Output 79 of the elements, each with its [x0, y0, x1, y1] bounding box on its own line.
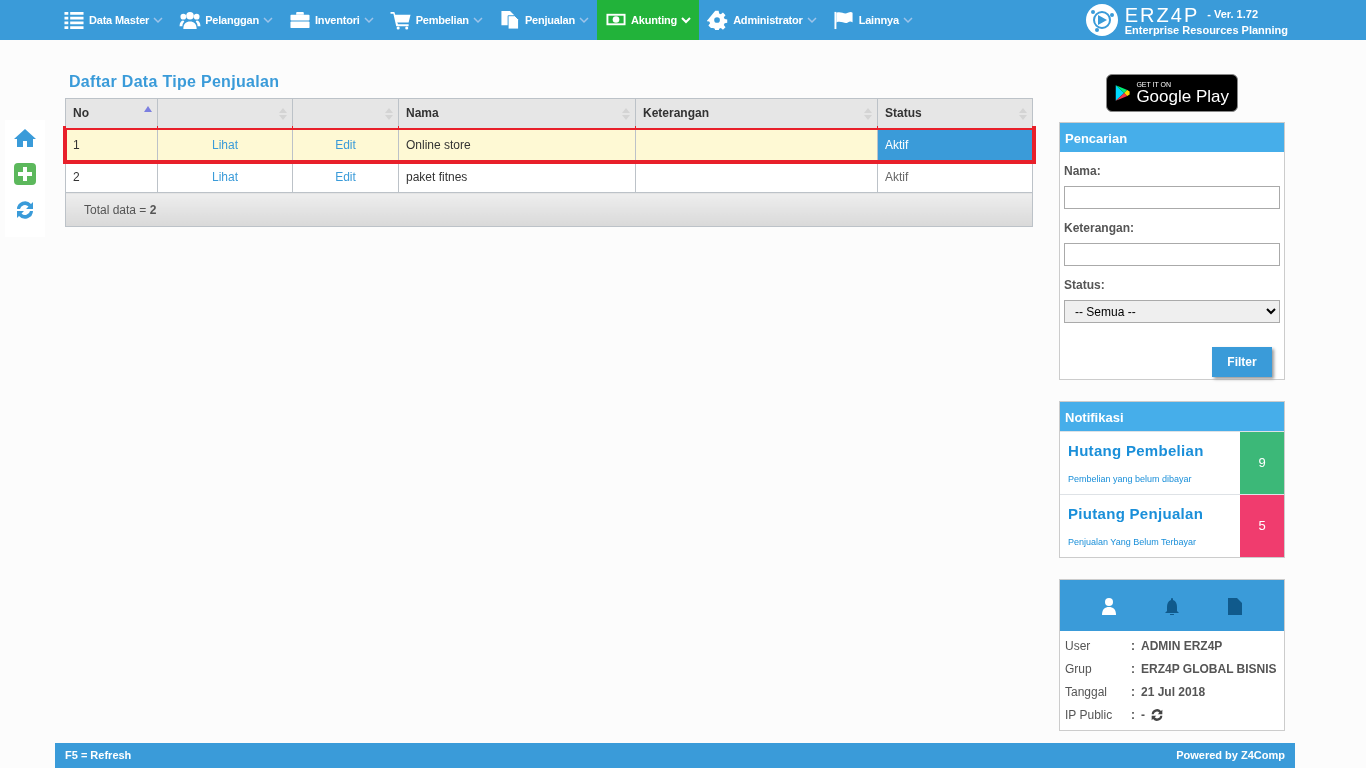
documents-icon	[498, 10, 521, 30]
cart-icon	[389, 10, 412, 30]
column-header[interactable]: Keterangan	[635, 98, 878, 129]
field-label: Nama:	[1064, 163, 1102, 180]
info-value: ADMIN ERZ4P	[1141, 638, 1223, 655]
chevron-icon	[806, 16, 817, 24]
panel-header: Notifikasi	[1060, 402, 1284, 431]
chevron-icon	[263, 16, 273, 24]
input-field[interactable]	[1064, 186, 1280, 209]
menu-item[interactable]: Akunting	[597, 0, 700, 40]
column-header[interactable]: No	[65, 98, 158, 129]
field-label: Keterangan:	[1064, 220, 1135, 237]
info-colon: :	[1131, 638, 1136, 655]
chevron-icon	[153, 16, 164, 24]
count-badge: 9	[1240, 432, 1284, 494]
table-cell: 1	[65, 128, 158, 161]
menu-item[interactable]: Pelanggan	[171, 0, 281, 40]
table-cell: Online store	[398, 128, 636, 161]
header-label: Status	[885, 106, 922, 121]
panel-header: Pencarian	[1060, 123, 1284, 152]
chevron-icon	[472, 16, 483, 24]
brand-name: ERZ4P	[1124, 4, 1200, 25]
info-label: IP Public	[1065, 707, 1114, 724]
chevron-icon	[902, 16, 913, 24]
chevron-icon	[681, 16, 692, 24]
powered-by-text: Powered by Z4Comp	[1176, 748, 1285, 764]
menu-item[interactable]: Pembelian	[381, 0, 491, 40]
version-label: - Ver. 1.72	[1207, 7, 1258, 23]
logo-icon	[1084, 3, 1119, 37]
briefcase-icon	[289, 10, 311, 30]
file-icon[interactable]	[1226, 596, 1243, 615]
list-icon	[63, 10, 85, 30]
shortcut-hint: F5 = Refresh	[65, 748, 132, 764]
menu-item[interactable]: Data Master	[55, 0, 172, 40]
gear-icon	[707, 10, 730, 30]
user-icon[interactable]	[1101, 596, 1118, 615]
info-value: -	[1141, 707, 1145, 724]
info-colon: :	[1131, 661, 1136, 678]
filter-button[interactable]: Filter	[1212, 347, 1272, 377]
info-label: Tanggal	[1065, 684, 1109, 701]
input-field[interactable]	[1064, 243, 1280, 266]
info-label: User	[1065, 638, 1092, 655]
menu-item[interactable]: Inventori	[281, 0, 382, 40]
flag-icon	[832, 10, 855, 30]
menu-item[interactable]: Lainnya	[824, 0, 921, 40]
column-header[interactable]: Nama	[398, 98, 636, 129]
header-label: No	[73, 106, 89, 121]
notification-title[interactable]: Hutang Pembelian	[1068, 440, 1232, 463]
info-colon: :	[1131, 707, 1136, 724]
status-dropdown[interactable]: -- Semua --	[1064, 300, 1280, 323]
field-label: Status:	[1064, 277, 1106, 294]
info-label: Grup	[1065, 661, 1093, 678]
page-title: Daftar Data Tipe Penjualan	[69, 72, 281, 92]
edit-link[interactable]: Edit	[335, 169, 356, 184]
view-link[interactable]: Lihat	[212, 137, 238, 152]
table-cell: Aktif	[877, 128, 1033, 161]
menu-item[interactable]: Administrator	[699, 0, 825, 40]
total-label: Total data = 2	[84, 202, 157, 217]
chevron-icon	[579, 16, 590, 24]
header-label: Keterangan	[643, 106, 710, 121]
menu-item[interactable]: Penjualan	[490, 0, 598, 40]
add-icon[interactable]	[13, 162, 37, 186]
notification-title[interactable]: Piutang Penjualan	[1068, 503, 1232, 526]
users-icon	[179, 10, 202, 30]
notification-subtitle: Pembelian yang belum dibayar	[1068, 472, 1193, 486]
column-header[interactable]: Status	[877, 98, 1033, 129]
info-colon: :	[1131, 684, 1136, 701]
count-badge: 5	[1240, 495, 1284, 557]
notification-subtitle: Penjualan Yang Belum Terbayar	[1068, 535, 1198, 549]
view-link[interactable]: Lihat	[212, 169, 238, 184]
header-label: Nama	[406, 106, 439, 121]
chevron-icon	[363, 16, 374, 24]
info-value: ERZ4P GLOBAL BISNIS	[1141, 661, 1277, 678]
brand-tagline: Enterprise Resources Planning	[1124, 24, 1288, 36]
bell-icon[interactable]	[1164, 596, 1180, 615]
edit-link[interactable]: Edit	[335, 137, 356, 152]
info-value: 21 Jul 2018	[1141, 684, 1206, 701]
home-icon[interactable]	[13, 126, 37, 150]
refresh-icon[interactable]	[1149, 707, 1165, 723]
